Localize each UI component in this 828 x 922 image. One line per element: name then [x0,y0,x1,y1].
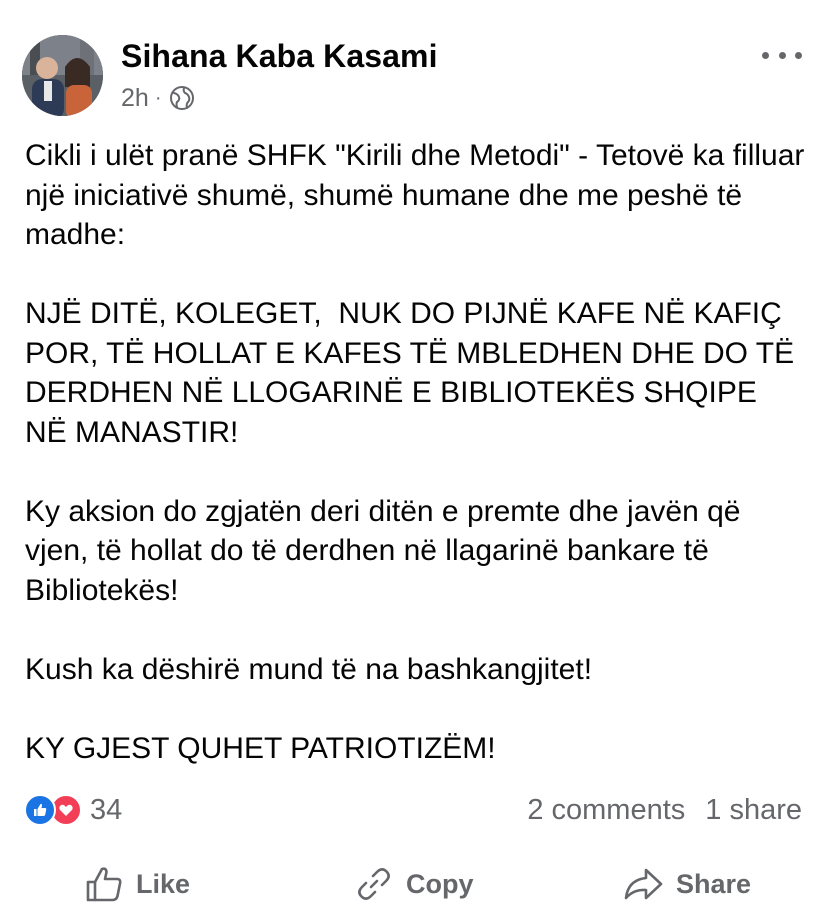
copy-label: Copy [406,868,474,899]
avatar-photo [22,35,103,116]
post-text: Cikli i ulët pranë SHFK "Kirili dhe Meto… [25,136,805,768]
meta-separator: · [154,86,162,109]
share-button[interactable]: Share [622,856,751,912]
avatar[interactable] [22,35,103,116]
more-dot [762,51,769,59]
action-bar: Like Copy Share [0,856,828,912]
post-paragraph: Kush ka dëshirë mund të na bashkangjitet… [25,652,593,686]
more-options-icon[interactable] [762,40,802,70]
share-label: Share [676,868,752,899]
shares-count-link[interactable]: 1 share [705,794,802,827]
reaction-summary[interactable]: 34 [24,792,122,828]
link-icon [358,868,390,900]
copy-button[interactable]: Copy [354,856,474,912]
globe-icon[interactable] [169,85,195,111]
thumbs-up-icon [86,867,122,902]
facebook-post: Sihana Kaba Kasami 2h · Cikli i ulët pra… [0,0,828,922]
like-button[interactable]: Like [84,856,190,912]
post-paragraph: Cikli i ulët pranë SHFK "Kirili dhe Meto… [25,139,813,251]
post-time[interactable]: 2h [121,84,149,113]
comments-count-link[interactable]: 2 comments [527,794,685,827]
post-meta: 2h · [121,83,195,113]
like-label: Like [136,868,191,899]
post-paragraph: NJË DITË, KOLEGET, NUK DO PIJNË KAFE NË … [25,297,803,449]
post-paragraph: Ky aksion do zgjatën deri ditën e premte… [25,494,749,607]
more-dot [778,51,786,59]
more-dot [795,51,802,59]
reaction-count: 34 [90,793,123,826]
post-paragraph: KY GJEST QUHET PATRIOTIZËM! [25,731,496,765]
author-name[interactable]: Sihana Kaba Kasami [121,38,438,75]
share-arrow-icon [624,868,663,900]
engagement-summary: 2 comments 1 share [527,792,802,828]
like-reaction-icon [24,794,56,826]
